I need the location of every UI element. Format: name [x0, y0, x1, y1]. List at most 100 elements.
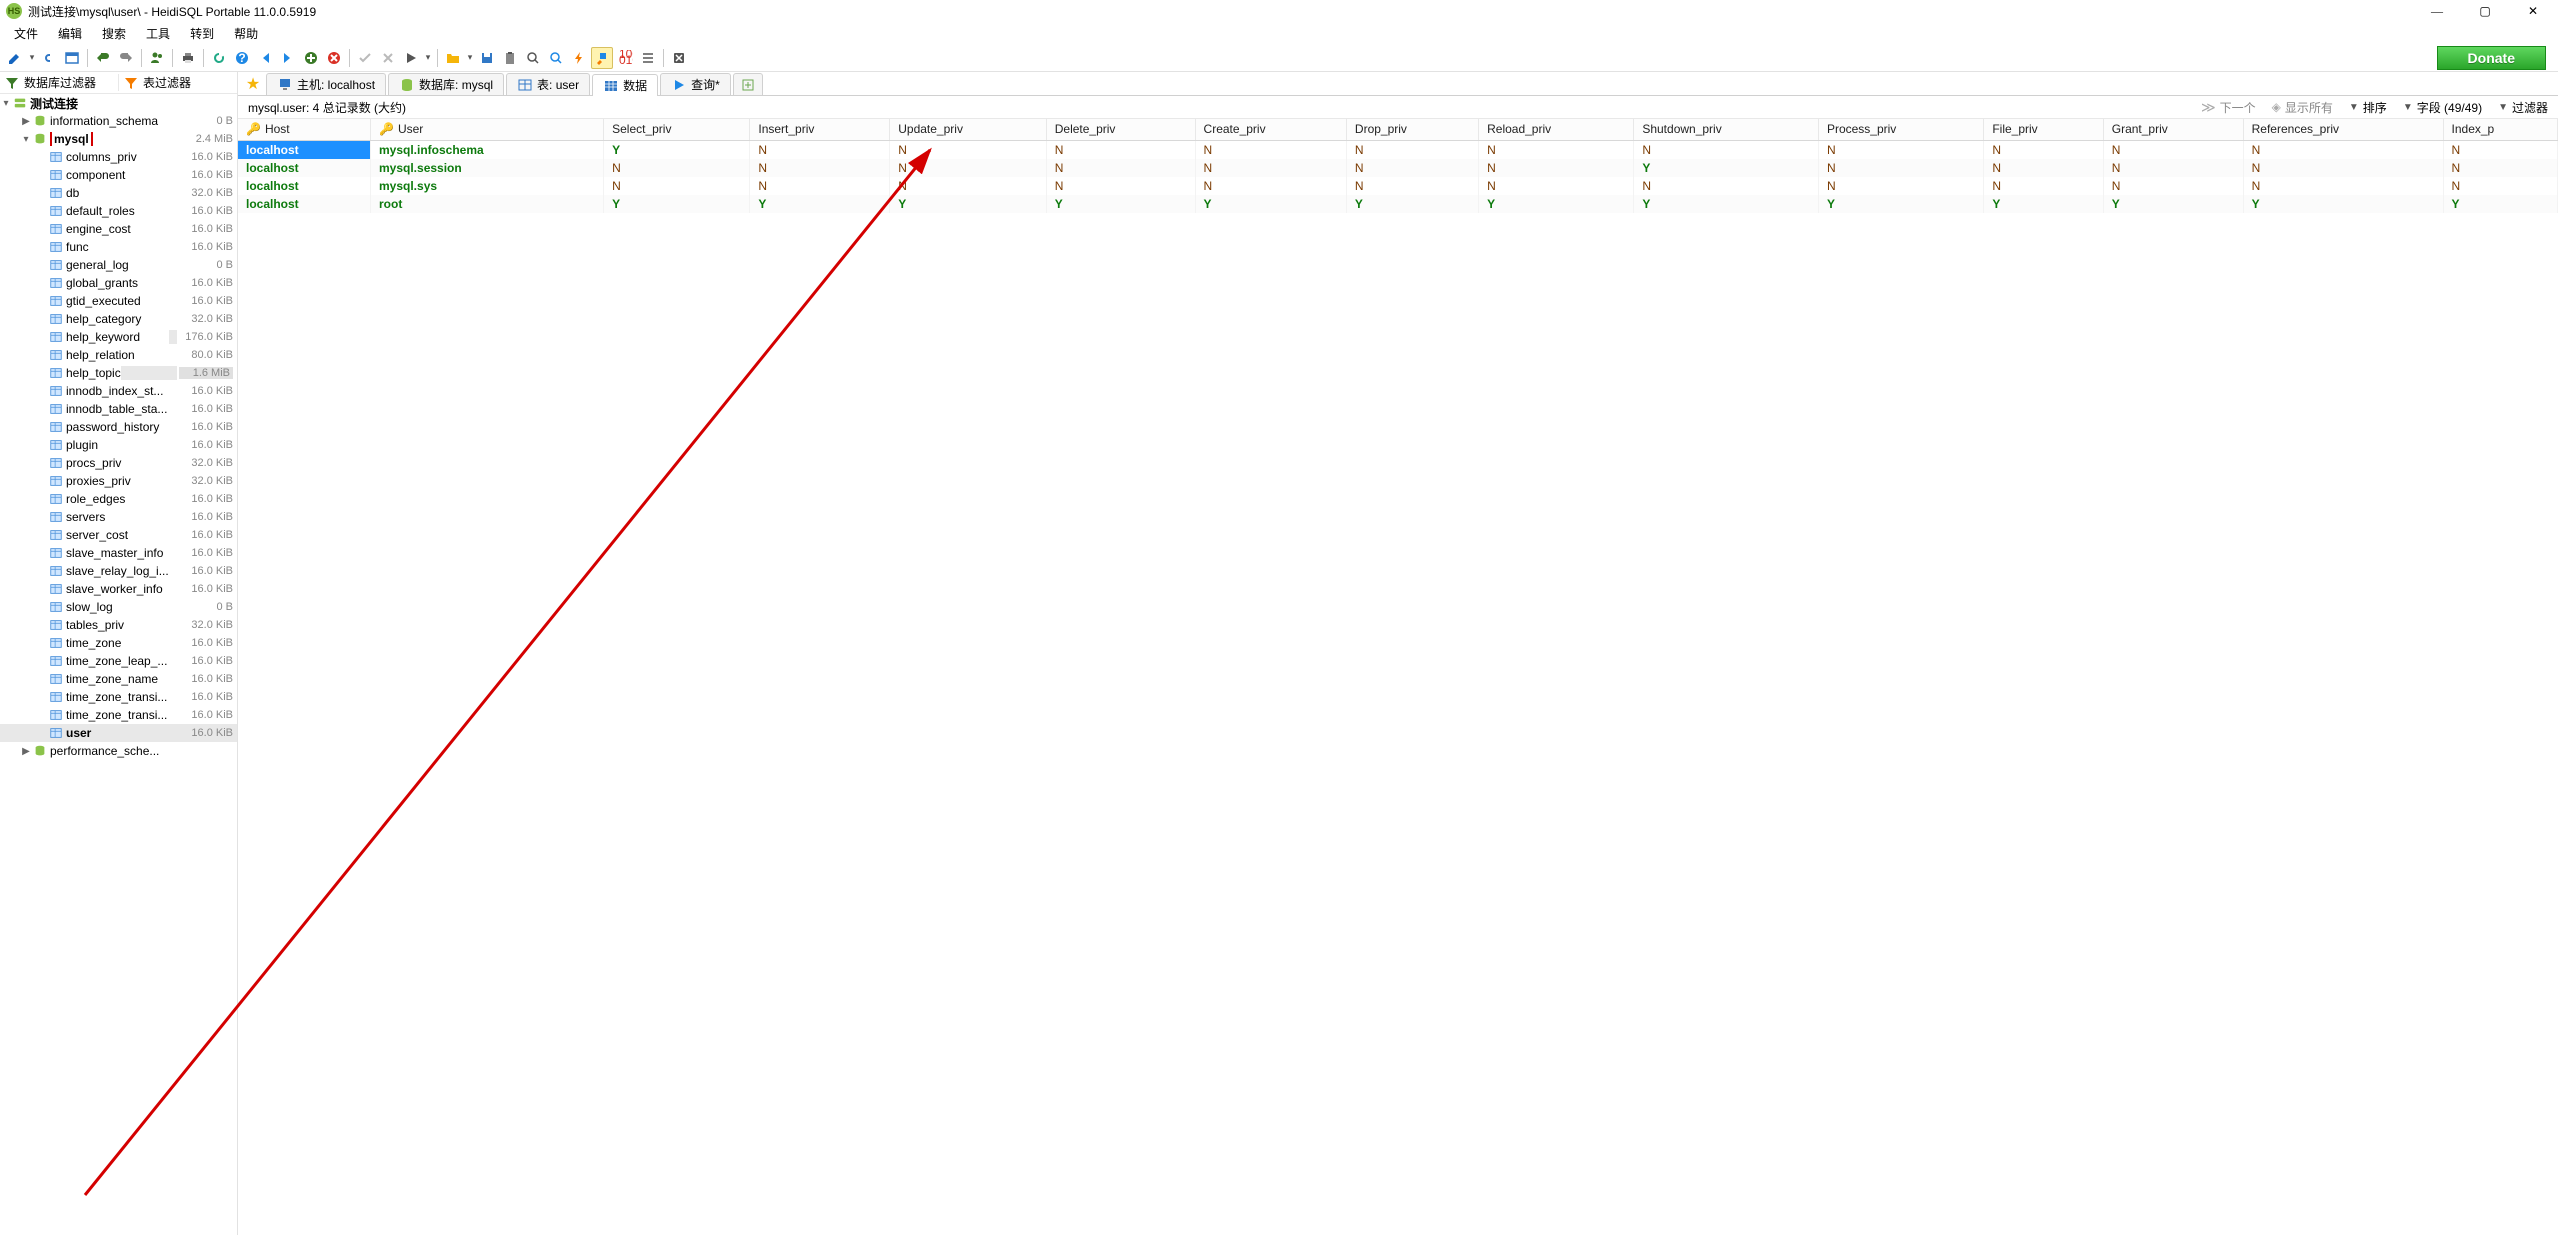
tree-node-db[interactable]: db32.0 KiB	[0, 184, 237, 202]
cell[interactable]: N	[1818, 177, 1983, 195]
cell[interactable]: N	[1195, 140, 1346, 159]
tree-node-tables-priv[interactable]: tables_priv32.0 KiB	[0, 616, 237, 634]
tree-node-password-history[interactable]: password_history16.0 KiB	[0, 418, 237, 436]
folder-dropdown-icon[interactable]: ▾	[465, 47, 475, 69]
cell[interactable]: Y	[604, 195, 750, 213]
cell[interactable]: N	[1634, 140, 1819, 159]
cell[interactable]: N	[750, 140, 890, 159]
last-icon[interactable]	[277, 47, 299, 69]
menu-tools[interactable]: 工具	[138, 23, 178, 44]
col-process_priv[interactable]: Process_priv	[1818, 119, 1983, 140]
cell[interactable]: N	[1984, 177, 2103, 195]
donate-button[interactable]: Donate	[2437, 46, 2546, 70]
tree-node-columns-priv[interactable]: columns_priv16.0 KiB	[0, 148, 237, 166]
show-all[interactable]: ◈显示所有	[2272, 99, 2333, 116]
cell[interactable]: N	[2243, 159, 2443, 177]
tree-node-slave-worker-info[interactable]: slave_worker_info16.0 KiB	[0, 580, 237, 598]
cell[interactable]: N	[2243, 140, 2443, 159]
link-icon[interactable]	[38, 47, 60, 69]
flash-icon[interactable]	[568, 47, 590, 69]
db-filter[interactable]: 数据库过滤器	[0, 74, 118, 91]
col-user[interactable]: 🔑User	[371, 119, 604, 140]
cell[interactable]: N	[1195, 159, 1346, 177]
cell[interactable]: Y	[1818, 195, 1983, 213]
tree-node-time-zone-name[interactable]: time_zone_name16.0 KiB	[0, 670, 237, 688]
tree-node-component[interactable]: component16.0 KiB	[0, 166, 237, 184]
col-grant_priv[interactable]: Grant_priv	[2103, 119, 2243, 140]
cell[interactable]: N	[1818, 159, 1983, 177]
cell[interactable]: N	[1346, 140, 1478, 159]
menu-goto[interactable]: 转到	[182, 23, 222, 44]
cell[interactable]: N	[2243, 177, 2443, 195]
cell[interactable]: N	[890, 177, 1047, 195]
cell[interactable]: Y	[750, 195, 890, 213]
cell[interactable]: N	[2103, 140, 2243, 159]
cell[interactable]: N	[1984, 159, 2103, 177]
expand-icon[interactable]: ▾	[20, 134, 32, 145]
col-index_p[interactable]: Index_p	[2443, 119, 2557, 140]
stop-icon[interactable]	[668, 47, 690, 69]
tab-data[interactable]: 数据	[592, 74, 658, 96]
dropdown-icon[interactable]: ▾	[27, 47, 37, 69]
cell[interactable]: N	[604, 177, 750, 195]
table-row[interactable]: localhostrootYYYYYYYYYYYYY	[238, 195, 2558, 213]
undo-icon[interactable]	[92, 47, 114, 69]
tree-root[interactable]: ▾ 测试连接	[0, 94, 237, 112]
cell[interactable]: Y	[1634, 195, 1819, 213]
help-icon[interactable]: ?	[231, 47, 253, 69]
redo-icon[interactable]	[115, 47, 137, 69]
tree-node-help-topic[interactable]: help_topic1.6 MiB	[0, 364, 237, 382]
col-insert_priv[interactable]: Insert_priv	[750, 119, 890, 140]
tree-node-gtid-executed[interactable]: gtid_executed16.0 KiB	[0, 292, 237, 310]
cancel-icon[interactable]	[377, 47, 399, 69]
tab-host[interactable]: 主机: localhost	[266, 73, 386, 95]
cell[interactable]: Y	[1046, 195, 1195, 213]
table-row[interactable]: localhostmysql.sessionNNNNNNNYNNNNN	[238, 159, 2558, 177]
binary-icon[interactable]: 100010	[614, 47, 636, 69]
run-dropdown-icon[interactable]: ▾	[423, 47, 433, 69]
run-icon[interactable]	[400, 47, 422, 69]
add-icon[interactable]	[300, 47, 322, 69]
zoom-icon[interactable]	[545, 47, 567, 69]
star-tab[interactable]: ★	[242, 73, 264, 95]
tree-node-help-category[interactable]: help_category32.0 KiB	[0, 310, 237, 328]
tree-node-role-edges[interactable]: role_edges16.0 KiB	[0, 490, 237, 508]
tree-node-information-schema[interactable]: ▶information_schema0 B	[0, 112, 237, 130]
cell[interactable]: N	[1984, 140, 2103, 159]
cell[interactable]: root	[371, 195, 604, 213]
minimize-button[interactable]: —	[2422, 4, 2452, 19]
cell[interactable]: Y	[2443, 195, 2557, 213]
cell[interactable]: Y	[604, 140, 750, 159]
tree-node-general-log[interactable]: general_log0 B	[0, 256, 237, 274]
first-icon[interactable]	[254, 47, 276, 69]
pencil-icon[interactable]	[4, 47, 26, 69]
tree-node-servers[interactable]: servers16.0 KiB	[0, 508, 237, 526]
new-window-icon[interactable]	[61, 47, 83, 69]
tree-node-time-zone[interactable]: time_zone16.0 KiB	[0, 634, 237, 652]
tree-node-innodb-index-st---[interactable]: innodb_index_st...16.0 KiB	[0, 382, 237, 400]
cell[interactable]: N	[1634, 177, 1819, 195]
tree-node-engine-cost[interactable]: engine_cost16.0 KiB	[0, 220, 237, 238]
cell[interactable]: N	[1346, 159, 1478, 177]
tree-node-procs-priv[interactable]: procs_priv32.0 KiB	[0, 454, 237, 472]
cell[interactable]: Y	[2243, 195, 2443, 213]
cell[interactable]: N	[1195, 177, 1346, 195]
menu-help[interactable]: 帮助	[226, 23, 266, 44]
expand-icon[interactable]: ▶	[20, 116, 32, 127]
cell[interactable]: localhost	[238, 159, 371, 177]
col-delete_priv[interactable]: Delete_priv	[1046, 119, 1195, 140]
cell[interactable]: N	[2443, 140, 2557, 159]
refresh-icon[interactable]	[208, 47, 230, 69]
filter-dropdown[interactable]: ▼过滤器	[2498, 99, 2548, 116]
delete-icon[interactable]	[323, 47, 345, 69]
cell[interactable]: localhost	[238, 195, 371, 213]
tree-node-user[interactable]: user16.0 KiB	[0, 724, 237, 742]
col-drop_priv[interactable]: Drop_priv	[1346, 119, 1478, 140]
col-select_priv[interactable]: Select_priv	[604, 119, 750, 140]
cell[interactable]: N	[2443, 177, 2557, 195]
check-icon[interactable]	[354, 47, 376, 69]
cell[interactable]: N	[1479, 159, 1634, 177]
col-reload_priv[interactable]: Reload_priv	[1479, 119, 1634, 140]
menu-search[interactable]: 搜索	[94, 23, 134, 44]
cell[interactable]: mysql.session	[371, 159, 604, 177]
